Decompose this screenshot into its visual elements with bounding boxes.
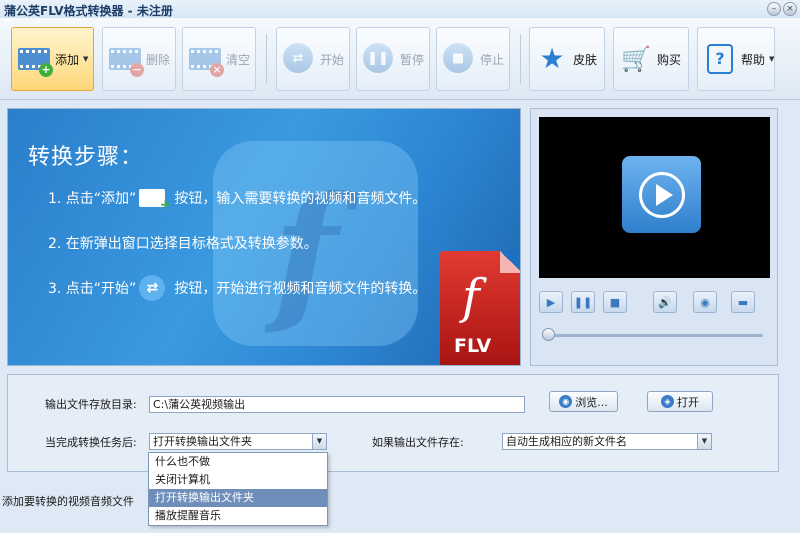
pause-button[interactable]: ❚❚ 暂停 bbox=[356, 27, 430, 91]
after-done-dropdown-list: 什么也不做 关闭计算机 打开转换输出文件夹 播放提醒音乐 bbox=[148, 452, 328, 526]
clear-button[interactable]: × 清空 bbox=[182, 27, 256, 91]
open-button[interactable]: ◈ 打开 bbox=[647, 391, 713, 412]
browse-icon: ◉ bbox=[559, 395, 573, 408]
folder-open-icon: ◈ bbox=[661, 395, 674, 408]
step-3-suffix: 按钮，开始进行视频和音频文件的转换。 bbox=[174, 281, 427, 297]
after-done-label: 当完成转换任务后: bbox=[45, 436, 137, 449]
volume-icon[interactable]: 🔊 bbox=[653, 291, 677, 313]
stop-button-player[interactable]: ■ bbox=[603, 291, 627, 313]
guide-panel: f 转换步骤： 1. 点击“添加” + 按钮，输入需要转换的视频和音频文件。 2… bbox=[7, 108, 521, 366]
add-film-icon: + bbox=[139, 185, 171, 213]
minimize-button[interactable]: – bbox=[767, 2, 781, 16]
flv-file-icon: f FLV bbox=[440, 251, 520, 365]
dropdown-option[interactable]: 什么也不做 bbox=[149, 453, 327, 471]
open-label: 打开 bbox=[677, 395, 699, 409]
output-dir-label: 输出文件存放目录: bbox=[45, 398, 137, 411]
pause-label: 暂停 bbox=[400, 52, 425, 67]
pause-icon: ❚❚ bbox=[363, 43, 395, 75]
help-icon: ? bbox=[704, 43, 736, 75]
fullscreen-icon[interactable]: ▬ bbox=[731, 291, 755, 313]
after-done-select[interactable]: 打开转换输出文件夹 ▼ bbox=[149, 433, 327, 450]
preview-panel: ▶ ❚❚ ■ 🔊 ◉ ▬ bbox=[530, 108, 778, 366]
chevron-down-icon: ▼ bbox=[769, 55, 775, 63]
guide-step-3: 3. 点击“开始” ⇄ 按钮，开始进行视频和音频文件的转换。 bbox=[48, 275, 426, 301]
guide-heading: 转换步骤： bbox=[28, 145, 144, 170]
title-bar: 蒲公英FLV格式转换器 - 未注册 – × bbox=[0, 0, 800, 18]
help-label: 帮助 bbox=[741, 52, 766, 67]
step-1-suffix: 按钮，输入需要转换的视频和音频文件。 bbox=[174, 191, 427, 207]
buy-label: 购买 bbox=[657, 52, 682, 67]
output-dir-input[interactable]: C:\蒲公英视频输出 bbox=[149, 396, 525, 413]
skin-button[interactable]: ★ 皮肤 bbox=[529, 27, 605, 91]
status-text: 添加要转换的视频音频文件 bbox=[2, 495, 134, 508]
pause-button-player[interactable]: ❚❚ bbox=[571, 291, 595, 313]
toolbar: + 添加 ▼ − 删除 × 清空 ⇄ 开始 ❚❚ 暂停 ■ 停止 ★ 皮肤 🛒 … bbox=[0, 18, 800, 100]
browse-label: 浏览... bbox=[575, 395, 608, 409]
file-exists-value: 自动生成相应的新文件名 bbox=[506, 435, 627, 448]
buy-button[interactable]: 🛒 购买 bbox=[613, 27, 689, 91]
step-2-text: 2. 在新弹出窗口选择目标格式及转换参数。 bbox=[48, 236, 318, 252]
shuffle-icon: ⇄ bbox=[139, 275, 171, 301]
delete-film-icon: − bbox=[109, 43, 144, 77]
flv-label: FLV bbox=[454, 335, 492, 357]
progress-slider-handle[interactable] bbox=[542, 328, 555, 341]
snapshot-camera-icon[interactable]: ◉ bbox=[693, 291, 717, 313]
status-bar: 添加要转换的视频音频文件 bbox=[0, 490, 800, 510]
delete-button[interactable]: − 删除 bbox=[102, 27, 176, 91]
play-large-icon[interactable] bbox=[622, 156, 701, 233]
browse-button[interactable]: ◉ 浏览... bbox=[549, 391, 618, 412]
stop-icon: ■ bbox=[443, 43, 475, 75]
add-button[interactable]: + 添加 ▼ bbox=[11, 27, 94, 91]
after-done-value: 打开转换输出文件夹 bbox=[153, 435, 252, 448]
guide-step-2: 2. 在新弹出窗口选择目标格式及转换参数。 bbox=[48, 233, 318, 253]
close-button[interactable]: × bbox=[783, 2, 797, 16]
star-icon: ★ bbox=[539, 42, 565, 75]
dropdown-option-selected[interactable]: 打开转换输出文件夹 bbox=[149, 489, 327, 507]
step-3-prefix: 3. 点击“开始” bbox=[48, 281, 137, 297]
file-exists-label: 如果输出文件存在: bbox=[372, 436, 464, 449]
settings-panel: 输出文件存放目录: C:\蒲公英视频输出 ◉ 浏览... ◈ 打开 当完成转换任… bbox=[7, 374, 779, 472]
dropdown-option[interactable]: 播放提醒音乐 bbox=[149, 507, 327, 525]
chevron-down-icon[interactable]: ▼ bbox=[312, 434, 326, 449]
add-film-icon: + bbox=[18, 43, 53, 77]
stop-label: 停止 bbox=[480, 52, 505, 67]
dropdown-option[interactable]: 关闭计算机 bbox=[149, 471, 327, 489]
step-1-prefix: 1. 点击“添加” bbox=[48, 191, 137, 207]
toolbar-divider bbox=[520, 34, 521, 84]
start-label: 开始 bbox=[320, 52, 345, 67]
guide-step-1: 1. 点击“添加” + 按钮，输入需要转换的视频和音频文件。 bbox=[48, 185, 427, 213]
video-screen bbox=[539, 117, 770, 278]
stop-button[interactable]: ■ 停止 bbox=[436, 27, 510, 91]
skin-label: 皮肤 bbox=[573, 52, 598, 67]
start-button[interactable]: ⇄ 开始 bbox=[276, 27, 350, 91]
window-title: 蒲公英FLV格式转换器 - 未注册 bbox=[4, 4, 173, 18]
clear-label: 清空 bbox=[226, 52, 251, 67]
shuffle-icon: ⇄ bbox=[283, 43, 315, 75]
delete-label: 删除 bbox=[146, 52, 171, 67]
toolbar-divider bbox=[266, 34, 267, 84]
cart-icon: 🛒 bbox=[621, 45, 651, 73]
play-button[interactable]: ▶ bbox=[539, 291, 563, 313]
chevron-down-icon[interactable]: ▼ bbox=[697, 434, 711, 449]
file-exists-select[interactable]: 自动生成相应的新文件名 ▼ bbox=[502, 433, 712, 450]
chevron-down-icon: ▼ bbox=[83, 55, 89, 63]
clear-film-icon: × bbox=[189, 43, 224, 77]
help-button[interactable]: ? 帮助 ▼ bbox=[697, 27, 775, 91]
progress-track[interactable] bbox=[547, 334, 763, 337]
add-label: 添加 bbox=[55, 52, 80, 67]
